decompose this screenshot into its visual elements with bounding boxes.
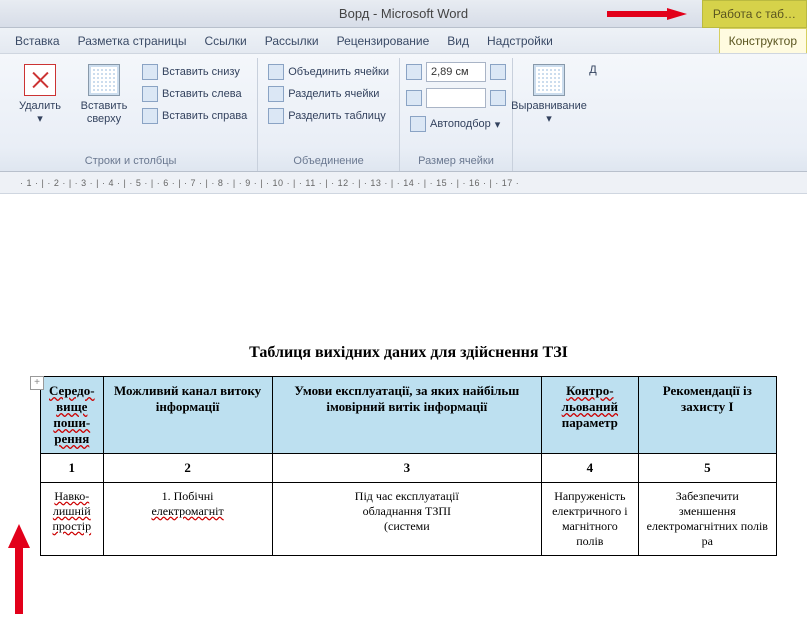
dropdown-icon: ▾ <box>546 113 552 126</box>
split-table-label: Разделить таблицу <box>288 110 386 122</box>
alignment-button[interactable]: Выравнивание ▾ <box>519 60 579 130</box>
insert-left-icon <box>142 86 158 102</box>
table-cell[interactable]: Під час експлуатації обладнання ТЗПІ (си… <box>272 483 542 556</box>
annotation-arrow-left <box>6 524 32 614</box>
table-cell[interactable]: Навко- лишній простір <box>41 483 104 556</box>
distribute-rows-icon[interactable] <box>490 64 506 80</box>
group-merge-label: Объединение <box>264 153 393 171</box>
alignment-icon <box>533 64 565 96</box>
table-cell[interactable]: 5 <box>638 454 776 483</box>
group-cell-size: Автоподбор ▾ Размер ячейки <box>400 58 513 171</box>
autofit-label: Автоподбор <box>430 118 491 130</box>
insert-right-icon <box>142 108 158 124</box>
delete-button[interactable]: Удалить ▾ <box>10 60 70 130</box>
insert-right-button[interactable]: Вставить справа <box>138 106 251 126</box>
table-cell[interactable]: 3 <box>272 454 542 483</box>
row-height-input[interactable] <box>426 62 486 82</box>
col-width-input[interactable] <box>426 88 486 108</box>
tab-references[interactable]: Ссылки <box>195 29 255 53</box>
annotation-arrow-top <box>607 8 687 20</box>
distribute-cols-icon[interactable] <box>490 90 506 106</box>
table-header-2[interactable]: Можливий канал витоку інформації <box>103 377 272 454</box>
col-width-icon <box>406 90 422 106</box>
insert-left-button[interactable]: Вставить слева <box>138 84 251 104</box>
autofit-button[interactable]: Автоподбор ▾ <box>406 114 506 134</box>
table-header-row: Середо- вище поши- рення Можливий канал … <box>41 377 777 454</box>
group-rows-columns: Удалить ▾ Вставить сверху Вставить снизу… <box>4 58 258 171</box>
insert-below-button[interactable]: Вставить снизу <box>138 62 251 82</box>
table-cell[interactable]: Напруженість електричного і магнітного п… <box>542 483 639 556</box>
row-height-icon <box>406 64 422 80</box>
group-merge: Объединить ячейки Разделить ячейки Разде… <box>258 58 400 171</box>
delete-icon <box>24 64 56 96</box>
table-cell[interactable]: 1. Побічні електромагніт <box>103 483 272 556</box>
ribbon-tabs: Вставка Разметка страницы Ссылки Рассылк… <box>0 28 807 54</box>
app-title: Ворд - Microsoft Word <box>339 6 468 21</box>
table-cell[interactable]: 4 <box>542 454 639 483</box>
tab-insert[interactable]: Вставка <box>6 29 69 53</box>
insert-below-label: Вставить снизу <box>162 66 240 78</box>
group-cell-size-label: Размер ячейки <box>406 153 506 171</box>
insert-left-label: Вставить слева <box>162 88 242 100</box>
group-alignment-label <box>519 165 603 171</box>
ruler-marks: · 1 · | · 2 · | · 3 · | · 4 · | · 5 · | … <box>0 172 807 193</box>
insert-above-button[interactable]: Вставить сверху <box>74 60 134 130</box>
text-direction-button[interactable]: Д <box>583 60 603 81</box>
tab-review[interactable]: Рецензирование <box>328 29 439 53</box>
insert-above-label: Вставить сверху <box>76 100 132 126</box>
document-table[interactable]: Середо- вище поши- рення Можливий канал … <box>40 376 777 556</box>
alignment-label: Выравнивание <box>511 100 587 113</box>
tab-page-layout[interactable]: Разметка страницы <box>69 29 196 53</box>
ribbon: Удалить ▾ Вставить сверху Вставить снизу… <box>0 54 807 172</box>
table-header-1[interactable]: Середо- вище поши- рення <box>41 377 104 454</box>
table-data-row: Навко- лишній простір 1. Побічні електро… <box>41 483 777 556</box>
tab-mailings[interactable]: Рассылки <box>256 29 328 53</box>
table-cell[interactable]: 1 <box>41 454 104 483</box>
merge-cells-icon <box>268 64 284 80</box>
tab-addins[interactable]: Надстройки <box>478 29 562 53</box>
document-area[interactable]: Таблиця вихідних даних для здійснення ТЗ… <box>0 194 807 556</box>
text-direction-label: Д <box>589 64 596 77</box>
context-tab-table-tools[interactable]: Работа с таб… <box>702 0 807 28</box>
autofit-icon <box>410 116 426 132</box>
split-table-icon <box>268 108 284 124</box>
table-cell[interactable]: 2 <box>103 454 272 483</box>
split-cells-label: Разделить ячейки <box>288 88 379 100</box>
insert-right-label: Вставить справа <box>162 110 247 122</box>
tab-view[interactable]: Вид <box>438 29 478 53</box>
split-cells-icon <box>268 86 284 102</box>
document-title: Таблиця вихідних даних для здійснення ТЗ… <box>40 344 777 362</box>
table-number-row: 1 2 3 4 5 <box>41 454 777 483</box>
group-rows-columns-label: Строки и столбцы <box>10 153 251 171</box>
split-table-button[interactable]: Разделить таблицу <box>264 106 393 126</box>
table-header-5[interactable]: Рекомендації із захисту І <box>638 377 776 454</box>
group-alignment: Выравнивание ▾ Д <box>513 58 609 171</box>
merge-cells-button[interactable]: Объединить ячейки <box>264 62 393 82</box>
dropdown-icon: ▾ <box>37 113 43 126</box>
titlebar: Ворд - Microsoft Word Работа с таб… <box>0 0 807 28</box>
table-header-3[interactable]: Умови експлуатації, за яких найбільш імо… <box>272 377 542 454</box>
dropdown-icon: ▾ <box>495 118 501 131</box>
table-move-handle[interactable]: + <box>30 376 44 390</box>
table-header-4[interactable]: Контро- льований параметр <box>542 377 639 454</box>
table-cell[interactable]: Забезпечити зменшення електромагнітних п… <box>638 483 776 556</box>
horizontal-ruler[interactable]: · 1 · | · 2 · | · 3 · | · 4 · | · 5 · | … <box>0 172 807 194</box>
insert-above-icon <box>88 64 120 96</box>
insert-below-icon <box>142 64 158 80</box>
tab-table-design[interactable]: Конструктор <box>719 28 807 53</box>
merge-cells-label: Объединить ячейки <box>288 66 389 78</box>
split-cells-button[interactable]: Разделить ячейки <box>264 84 393 104</box>
delete-label: Удалить <box>19 100 61 113</box>
